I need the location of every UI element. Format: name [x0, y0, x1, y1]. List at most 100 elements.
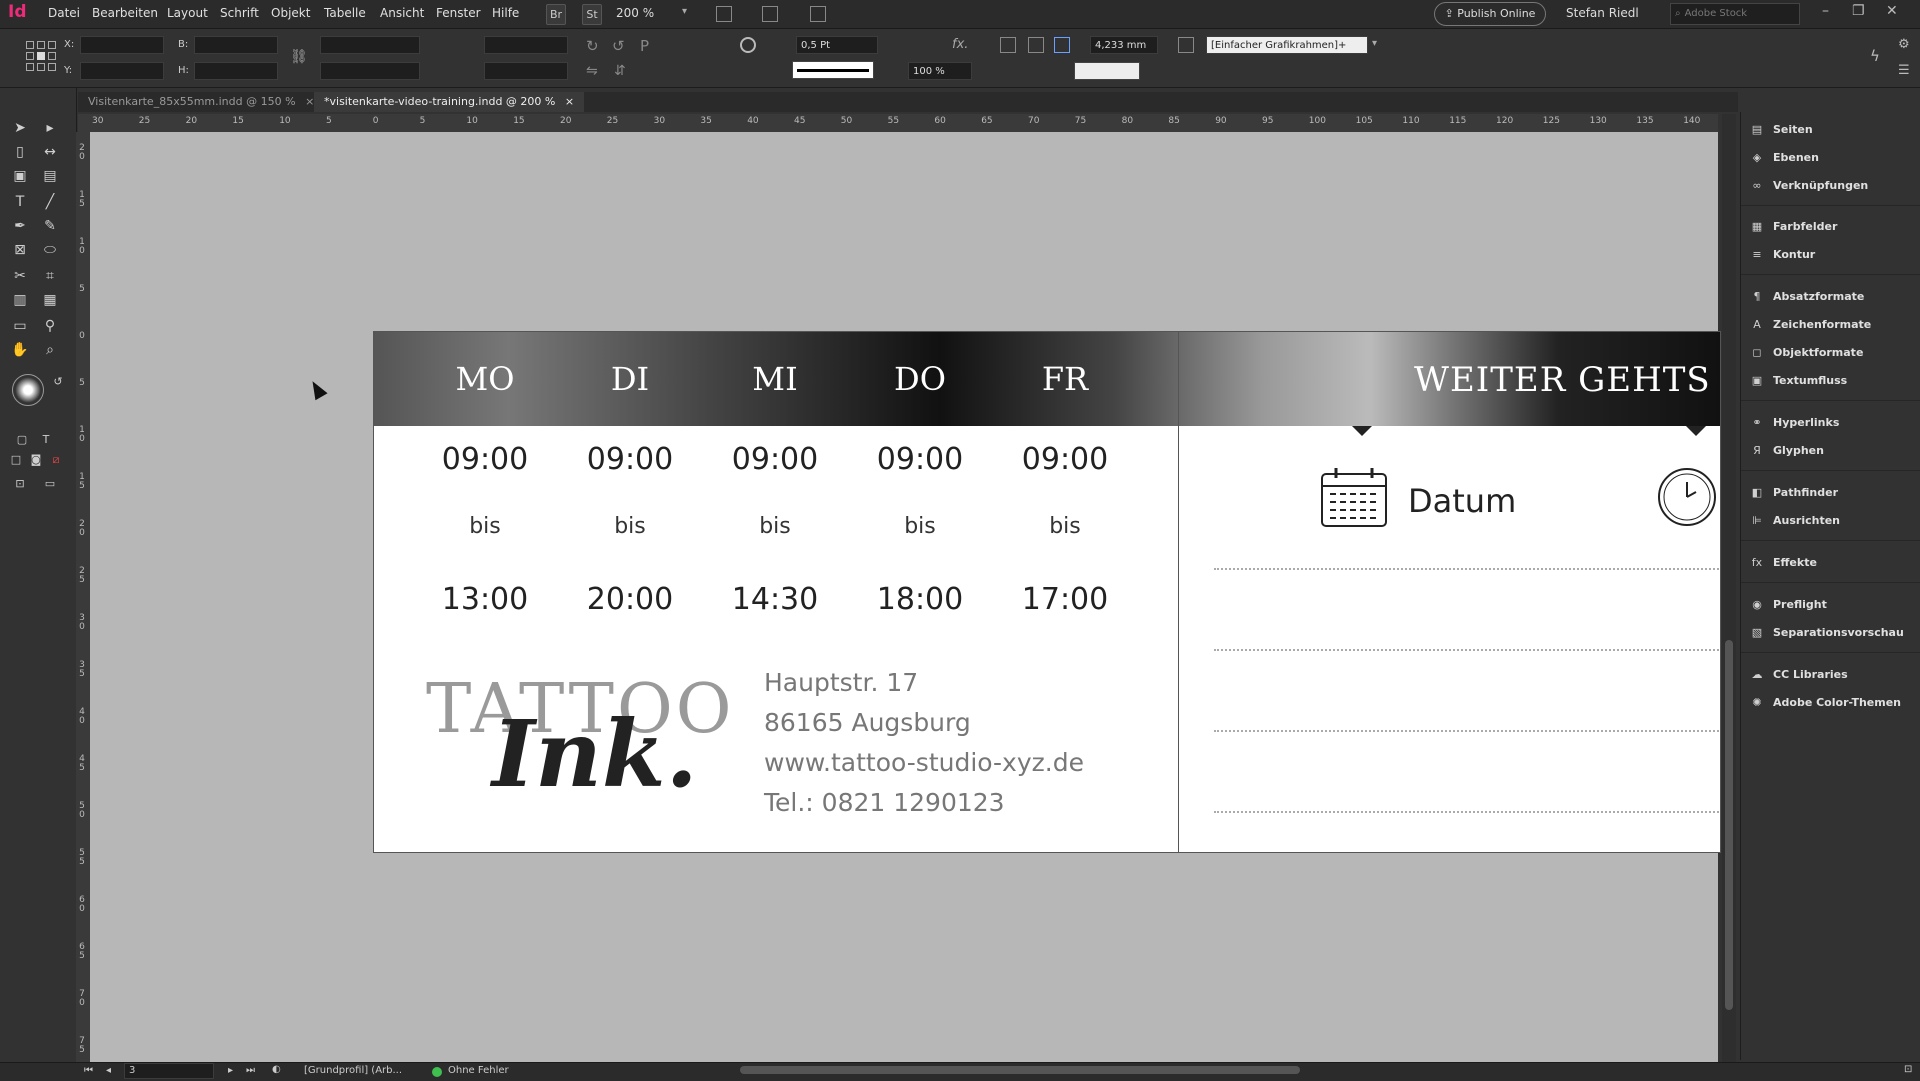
menu-tabelle[interactable]: Tabelle — [324, 6, 366, 20]
object-style-select[interactable]: [Einfacher Grafikrahmen]+ — [1206, 36, 1368, 54]
panel-zeichenformate[interactable]: A Zeichenformate — [1749, 314, 1917, 336]
business-card-spread[interactable]: MO DI MI DO FR 09:00 09:00 09:00 09:00 0… — [373, 331, 1721, 853]
content-collector-icon[interactable]: ▣ — [10, 166, 30, 186]
hand-tool-icon[interactable]: ✋ — [10, 340, 30, 360]
panel-ebenen[interactable]: ◈ Ebenen — [1749, 147, 1917, 169]
horizontal-ruler[interactable]: 30 25 20 15 10 5 0 5 10 15 20 25 30 35 40 45 50 55 60 65 70 7… — [78, 114, 1718, 133]
rotate-ccw-icon[interactable]: ↺ — [612, 37, 625, 55]
menu-hilfe[interactable]: Hilfe — [492, 6, 519, 20]
rectangle-frame-tool-icon[interactable]: ⊠ — [10, 240, 30, 260]
apply-none-icon[interactable]: ⧄ — [46, 450, 66, 470]
zoom-chevron-down-icon[interactable]: ▾ — [682, 6, 687, 17]
reference-point-icon[interactable] — [26, 41, 56, 71]
width-field[interactable] — [194, 36, 278, 54]
auto-fit-icon[interactable] — [1054, 37, 1070, 53]
menu-fenster[interactable]: Fenster — [436, 6, 481, 20]
panel-pathfinder[interactable]: ◧ Pathfinder — [1749, 482, 1917, 504]
menu-schrift[interactable]: Schrift — [220, 6, 259, 20]
adobe-stock-search[interactable]: ⌕ Adobe Stock — [1670, 3, 1800, 25]
fill-icon[interactable] — [740, 37, 756, 53]
menu-datei[interactable]: Datei — [48, 6, 80, 20]
height-field[interactable] — [194, 62, 278, 80]
note-tool-icon[interactable]: ▭ — [10, 316, 30, 336]
scissors-tool-icon[interactable]: ✂ — [10, 266, 30, 286]
free-transform-tool-icon[interactable]: ⌗ — [40, 266, 60, 286]
scale-x-field[interactable] — [320, 36, 420, 54]
normal-view-icon[interactable]: ⊡ — [10, 474, 30, 494]
chevron-down-icon[interactable]: ▾ — [1372, 38, 1377, 49]
select-container-icon[interactable]: P — [640, 37, 649, 55]
frame-fitting-icon[interactable] — [1178, 37, 1194, 53]
constrain-proportions-icon[interactable]: ⛓ — [290, 49, 308, 65]
window-layout-icon[interactable]: ⊡ — [1904, 1064, 1912, 1075]
last-page-icon[interactable]: ⏭ — [246, 1065, 255, 1076]
apply-gradient-icon[interactable]: ◙ — [26, 450, 46, 470]
maximize-icon[interactable]: ❐ — [1852, 3, 1865, 19]
gradient-feather-tool-icon[interactable]: ▦ — [40, 290, 60, 310]
menu-bearbeiten[interactable]: Bearbeiten — [92, 6, 158, 20]
panel-glyphen[interactable]: Я Glyphen — [1749, 440, 1917, 462]
line-tool-icon[interactable]: ╱ — [40, 192, 60, 212]
panel-adobe-color-themen[interactable]: ✺ Adobe Color-Themen — [1749, 692, 1917, 714]
menu-objekt[interactable]: Objekt — [271, 6, 310, 20]
rotate-cw-icon[interactable]: ↻ — [586, 37, 599, 55]
zoom-level[interactable]: 200 % — [616, 6, 654, 20]
panel-objektformate[interactable]: ◻ Objektformate — [1749, 342, 1917, 364]
color-swatch[interactable] — [1074, 62, 1140, 80]
panel-farbfelder[interactable]: ▦ Farbfelder — [1749, 216, 1917, 238]
flip-horizontal-icon[interactable]: ⇋ — [586, 63, 598, 79]
stock-button[interactable]: St — [582, 4, 602, 25]
bridge-button[interactable]: Br — [546, 4, 566, 25]
lightning-icon[interactable]: ϟ — [1870, 47, 1880, 65]
x-field[interactable] — [80, 36, 164, 54]
panel-effekte[interactable]: fx Effekte — [1749, 552, 1917, 574]
panel-separationsvorschau[interactable]: ▧ Separationsvorschau — [1749, 622, 1917, 644]
previous-page-icon[interactable]: ◂ — [106, 1065, 111, 1076]
preview-mode-icon[interactable]: ▭ — [40, 474, 60, 494]
panel-seiten[interactable]: ▤ Seiten — [1749, 119, 1917, 141]
arrange-documents-icon[interactable] — [810, 6, 826, 22]
tab-visitenkarte[interactable]: Visitenkarte_85x55mm.indd @ 150 % × — [78, 92, 324, 112]
panel-ausrichten[interactable]: ⊫ Ausrichten — [1749, 510, 1917, 532]
horizontal-scroll-thumb[interactable] — [740, 1066, 1300, 1074]
apply-color-icon[interactable]: □ — [6, 450, 26, 470]
gradient-tool-icon[interactable]: ▥ — [10, 290, 30, 310]
flip-vertical-icon[interactable]: ⇵ — [614, 63, 626, 79]
ellipse-tool-icon[interactable]: ⬭ — [40, 240, 60, 260]
formatting-container-icon[interactable]: ▢ — [12, 430, 32, 450]
selection-tool-icon[interactable]: ➤ — [10, 118, 30, 138]
formatting-text-icon[interactable]: T — [36, 430, 56, 450]
rotation-field[interactable] — [484, 36, 568, 54]
panel-absatzformate[interactable]: ¶ Absatzformate — [1749, 286, 1917, 308]
panel-hyperlinks[interactable]: ⚭ Hyperlinks — [1749, 412, 1917, 434]
content-placer-icon[interactable]: ▤ — [40, 166, 60, 186]
view-options-icon[interactable] — [716, 6, 732, 22]
panel-preflight[interactable]: ◉ Preflight — [1749, 594, 1917, 616]
type-tool-icon[interactable]: T — [10, 192, 30, 212]
first-page-icon[interactable]: ⏮ — [84, 1065, 93, 1076]
pencil-tool-icon[interactable]: ✎ — [40, 216, 60, 236]
menu-layout[interactable]: Layout — [167, 6, 208, 20]
panel-kontur[interactable]: ≡ Kontur — [1749, 244, 1917, 266]
zoom-tool-icon[interactable]: ⌕ — [40, 340, 60, 360]
page-tool-icon[interactable]: ▯ — [10, 142, 30, 162]
stroke-weight-field[interactable]: 0,5 Pt — [796, 36, 878, 54]
tab-visitenkarte-video-training[interactable]: *visitenkarte-video-training.indd @ 200 … — [314, 92, 585, 112]
effects-fx-icon[interactable]: fx. — [952, 37, 968, 52]
pen-tool-icon[interactable]: ✒ — [10, 216, 30, 236]
close-tab-icon[interactable]: × — [305, 95, 314, 108]
gap-tool-icon[interactable]: ↔ — [40, 142, 60, 162]
text-wrap-box-icon[interactable] — [1028, 37, 1044, 53]
panel-cc-libraries[interactable]: ☁ CC Libraries — [1749, 664, 1917, 686]
swap-colors-icon[interactable]: ↺ — [48, 372, 68, 392]
text-wrap-none-icon[interactable] — [1000, 37, 1016, 53]
page-number-field[interactable]: 3 — [124, 1063, 214, 1079]
opacity-field[interactable]: 100 % — [908, 62, 972, 80]
panel-verknuepfungen[interactable]: ∞ Verknüpfungen — [1749, 175, 1917, 197]
eyedropper-tool-icon[interactable]: ⚲ — [40, 316, 60, 336]
scale-y-field[interactable] — [320, 62, 420, 80]
menu-ansicht[interactable]: Ansicht — [380, 6, 424, 20]
publish-online-button[interactable]: ⇪ Publish Online — [1434, 2, 1546, 26]
measure-field[interactable]: 4,233 mm — [1090, 36, 1158, 54]
screen-mode-icon[interactable] — [762, 6, 778, 22]
